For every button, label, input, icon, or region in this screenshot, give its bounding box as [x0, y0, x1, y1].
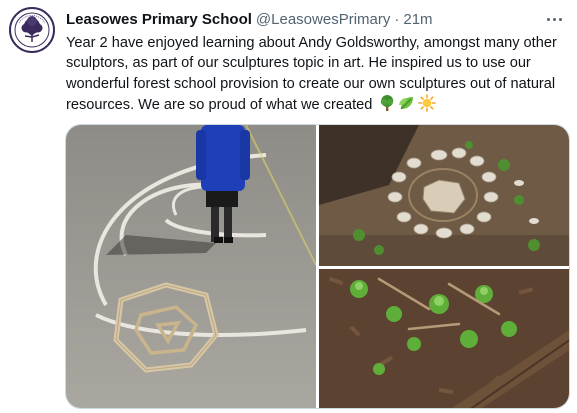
media-grid	[65, 124, 570, 409]
tweet-timestamp[interactable]: 21m	[403, 11, 432, 28]
user-handle[interactable]: @LeasowesPrimary	[256, 11, 390, 28]
more-options-icon[interactable]	[543, 9, 565, 29]
photo-playground-sculpture[interactable]	[66, 125, 316, 408]
school-logo-icon	[12, 10, 52, 50]
leaves-icon	[398, 94, 416, 112]
avatar[interactable]	[9, 7, 55, 53]
photo-woodchip-sculpture[interactable]	[319, 269, 569, 408]
sun-icon	[418, 94, 437, 113]
tweet-text: Year 2 have enjoyed learning about Andy …	[66, 35, 557, 114]
photo-stone-spiral[interactable]	[319, 125, 569, 266]
deciduous-tree-icon	[378, 94, 396, 112]
tweet-header: Leasowes Primary School @LeasowesPrimary…	[66, 9, 565, 29]
separator-dot: ·	[394, 10, 400, 28]
display-name[interactable]: Leasowes Primary School	[66, 11, 252, 28]
tweet-body: Year 2 have enjoyed learning about Andy …	[66, 33, 566, 116]
